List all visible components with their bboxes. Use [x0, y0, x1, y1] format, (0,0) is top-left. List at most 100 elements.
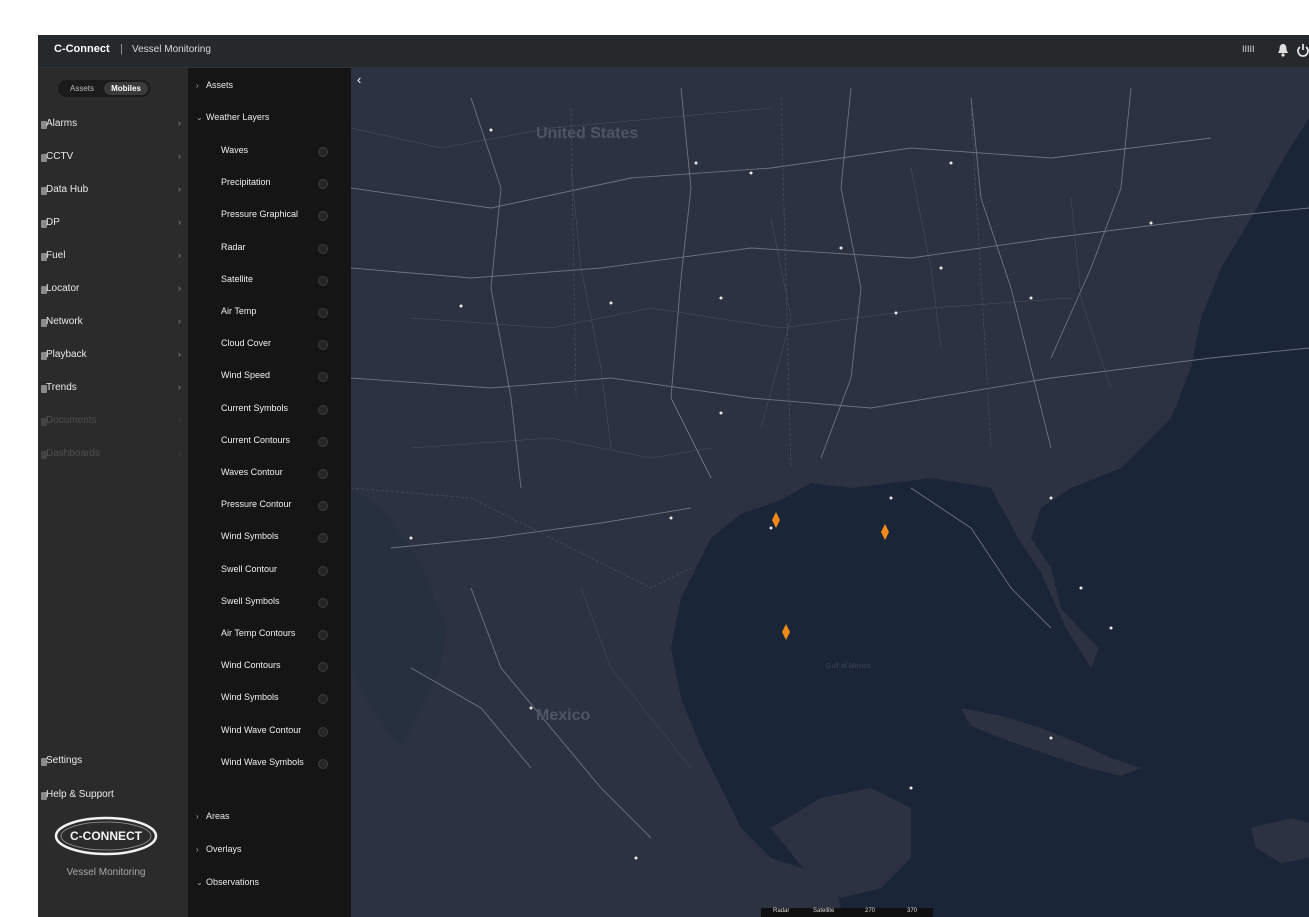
layer-label: Wind Wave Contour [221, 725, 302, 735]
layer-label: Pressure Contour [221, 499, 292, 509]
nav-item-label: Data Hub [46, 184, 89, 195]
layer-toggle[interactable] [318, 566, 328, 576]
layer-toggle[interactable] [318, 662, 328, 672]
layer-toggle[interactable] [318, 501, 328, 511]
nav-item-dashboards[interactable]: Dashboards › [38, 445, 188, 465]
layer-air-temp[interactable]: Air Temp [188, 302, 351, 324]
nav-item-settings[interactable]: Settings [38, 752, 188, 772]
layer-wind-wave-contour[interactable]: Wind Wave Contour [188, 721, 351, 743]
nav-item-alarms[interactable]: Alarms › [38, 115, 188, 135]
section-title: Vessel Monitoring [132, 44, 211, 55]
layer-section-weather[interactable]: ⌄ Weather Layers [188, 109, 351, 129]
nav-item-fuel[interactable]: Fuel › [38, 247, 188, 267]
layer-current-contours[interactable]: Current Contours [188, 431, 351, 453]
layer-toggle[interactable] [318, 372, 328, 382]
layer-toggle[interactable] [318, 147, 328, 157]
nav-item-trends[interactable]: Trends › [38, 379, 188, 399]
layer-toggle[interactable] [318, 179, 328, 189]
layer-section-overlays[interactable]: › Overlays [188, 841, 351, 861]
layer-toggle[interactable] [318, 694, 328, 704]
nav-item-network[interactable]: Network › [38, 313, 188, 333]
layer-toggle[interactable] [318, 759, 328, 769]
layer-toggle[interactable] [318, 437, 328, 447]
layer-toggle[interactable] [318, 340, 328, 350]
nav-item-label: DP [46, 217, 60, 228]
nav-item-label: CCTV [46, 151, 74, 162]
layer-swell-symbols[interactable]: Swell Symbols [188, 592, 351, 614]
nav-item-documents[interactable]: Documents › [38, 412, 188, 432]
layer-precipitation[interactable]: Precipitation [188, 173, 351, 195]
layer-radar[interactable]: Radar [188, 238, 351, 260]
chevron-right-icon: › [178, 448, 181, 458]
toggle-assets[interactable]: Assets [60, 82, 104, 95]
chevron-right-icon: › [178, 283, 181, 293]
left-navigation: Assets Mobiles Alarms › CCTV › Data Hub … [38, 68, 188, 917]
nav-item-cctv[interactable]: CCTV › [38, 148, 188, 168]
layer-section-label: Observations [206, 877, 260, 887]
map-view[interactable]: United States Mexico Gulf of Mexico ‹ Ra… [351, 68, 1309, 917]
vessel-marker [772, 512, 780, 528]
nav-item-data-hub[interactable]: Data Hub › [38, 181, 188, 201]
layer-section-label: Assets [206, 80, 234, 90]
layer-wind-wave-symbols[interactable]: Wind Wave Symbols [188, 753, 351, 775]
assets-mobiles-toggle[interactable]: Assets Mobiles [58, 80, 150, 97]
layer-toggle[interactable] [318, 276, 328, 286]
layer-cloud-cover[interactable]: Cloud Cover [188, 334, 351, 356]
toggle-mobiles[interactable]: Mobiles [104, 82, 148, 95]
layer-label: Current Symbols [221, 403, 289, 413]
nav-item-label: Alarms [46, 118, 78, 129]
layer-pressure-contour[interactable]: Pressure Contour [188, 495, 351, 517]
layer-wind-symbols[interactable]: Wind Symbols [188, 527, 351, 549]
map-canvas[interactable]: United States Mexico Gulf of Mexico [351, 68, 1309, 917]
c-connect-logo: C-CONNECT [54, 816, 158, 856]
layer-label: Wind Symbols [221, 531, 279, 541]
layer-pressure-graphical[interactable]: Pressure Graphical [188, 205, 351, 227]
layer-air-temp-contours[interactable]: Air Temp Contours [188, 624, 351, 646]
layer-wind-speed[interactable]: Wind Speed [188, 366, 351, 388]
nav-item-playback[interactable]: Playback › [38, 346, 188, 366]
chevron-right-icon: › [178, 217, 181, 227]
power-icon[interactable] [1296, 42, 1309, 58]
user-initials[interactable]: IIIII [1242, 44, 1255, 54]
layer-section-assets[interactable]: › Assets [188, 77, 351, 97]
layer-label: Air Temp Contours [221, 628, 296, 638]
layer-satellite[interactable]: Satellite [188, 270, 351, 292]
layer-toggle[interactable] [318, 405, 328, 415]
layer-toggle[interactable] [318, 211, 328, 221]
layer-toggle[interactable] [318, 727, 328, 737]
layer-label: Current Contours [221, 435, 291, 445]
nav-item-label: Locator [46, 283, 80, 294]
chevron-down-icon: ⌄ [196, 113, 203, 122]
layer-swell-contour[interactable]: Swell Contour [188, 560, 351, 582]
layer-wind-contours[interactable]: Wind Contours [188, 656, 351, 678]
map-label-united-states: United States [536, 125, 638, 142]
landmass-usa [351, 68, 1309, 917]
nav-item-help[interactable]: Help & Support [38, 786, 188, 806]
nav-item-locator[interactable]: Locator › [38, 280, 188, 300]
layer-section-observations[interactable]: ⌄ Observations [188, 874, 351, 894]
layer-label: Wind Symbols [221, 692, 279, 702]
map-label-gulf: Gulf of Mexico [826, 663, 871, 670]
app-brand[interactable]: C-Connect [54, 43, 110, 55]
nav-item-dp[interactable]: DP › [38, 214, 188, 234]
chevron-right-icon: › [196, 845, 199, 854]
chevron-left-icon[interactable]: ‹ [357, 72, 361, 87]
layer-toggle[interactable] [318, 533, 328, 543]
layer-toggle[interactable] [318, 308, 328, 318]
notification-bell-icon[interactable] [1276, 42, 1290, 58]
layer-section-label: Overlays [206, 844, 242, 854]
layer-label: Precipitation [221, 177, 271, 187]
chevron-right-icon: › [178, 316, 181, 326]
nav-item-label: Playback [46, 349, 87, 360]
layer-section-areas[interactable]: › Areas [188, 808, 351, 828]
layer-current-symbols[interactable]: Current Symbols [188, 399, 351, 421]
vessel-marker [881, 524, 889, 540]
layer-waves[interactable]: Waves [188, 141, 351, 163]
layer-toggle[interactable] [318, 630, 328, 640]
layer-wind-symbols-2[interactable]: Wind Symbols [188, 688, 351, 710]
layer-toggle[interactable] [318, 469, 328, 479]
layer-toggle[interactable] [318, 244, 328, 254]
layer-toggle[interactable] [318, 598, 328, 608]
chevron-right-icon: › [178, 382, 181, 392]
layer-waves-contour[interactable]: Waves Contour [188, 463, 351, 485]
